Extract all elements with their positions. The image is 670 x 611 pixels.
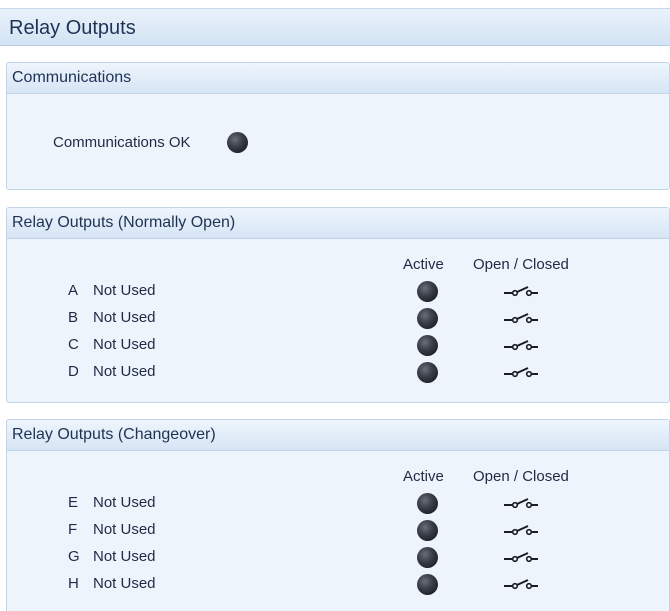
active-led-icon <box>417 493 438 514</box>
communications-ok-label: Communications OK <box>53 134 191 151</box>
relay-label: Not Used <box>93 336 156 353</box>
relay-switch-icon <box>504 496 538 510</box>
active-led-icon <box>417 547 438 568</box>
normally-open-panel: Relay Outputs (Normally Open) Active Ope… <box>6 207 670 403</box>
changeover-panel-header: Relay Outputs (Changeover) <box>7 420 669 451</box>
relay-outputs-window: Relay Outputs Communications Communicati… <box>0 0 670 611</box>
relay-switch-icon <box>504 338 538 352</box>
relay-letter: E <box>68 494 79 511</box>
active-column-header: Active <box>403 468 444 485</box>
communications-panel-header: Communications <box>7 63 669 94</box>
relay-label: Not Used <box>93 548 156 565</box>
active-led-icon <box>417 362 438 383</box>
relay-letter: D <box>68 363 79 380</box>
relay-switch-icon <box>504 284 538 298</box>
normally-open-panel-header: Relay Outputs (Normally Open) <box>7 208 669 239</box>
relay-letter: A <box>68 282 79 299</box>
active-led-icon <box>417 574 438 595</box>
status-led-icon <box>227 132 248 153</box>
relay-letter: G <box>68 548 80 565</box>
changeover-title: Relay Outputs (Changeover) <box>12 426 216 443</box>
page-header: Relay Outputs <box>0 8 670 46</box>
open-closed-column-header: Open / Closed <box>473 256 569 273</box>
relay-label: Not Used <box>93 363 156 380</box>
active-led-icon <box>417 520 438 541</box>
relay-switch-icon <box>504 577 538 591</box>
relay-label: Not Used <box>93 282 156 299</box>
changeover-panel: Relay Outputs (Changeover) Active Open /… <box>6 419 670 611</box>
communications-panel: Communications Communications OK <box>6 62 670 190</box>
page-title: Relay Outputs <box>9 17 136 39</box>
relay-switch-icon <box>504 523 538 537</box>
relay-switch-icon <box>504 365 538 379</box>
relay-letter: B <box>68 309 79 326</box>
normally-open-title: Relay Outputs (Normally Open) <box>12 214 236 231</box>
relay-letter: C <box>68 336 79 353</box>
relay-label: Not Used <box>93 494 156 511</box>
relay-letter: F <box>68 521 78 538</box>
relay-label: Not Used <box>93 521 156 538</box>
relay-label: Not Used <box>93 575 156 592</box>
active-led-icon <box>417 308 438 329</box>
relay-switch-icon <box>504 311 538 325</box>
relay-switch-icon <box>504 550 538 564</box>
active-led-icon <box>417 281 438 302</box>
active-column-header: Active <box>403 256 444 273</box>
active-led-icon <box>417 335 438 356</box>
relay-label: Not Used <box>93 309 156 326</box>
open-closed-column-header: Open / Closed <box>473 468 569 485</box>
relay-letter: H <box>68 575 79 592</box>
communications-title: Communications <box>12 69 132 86</box>
